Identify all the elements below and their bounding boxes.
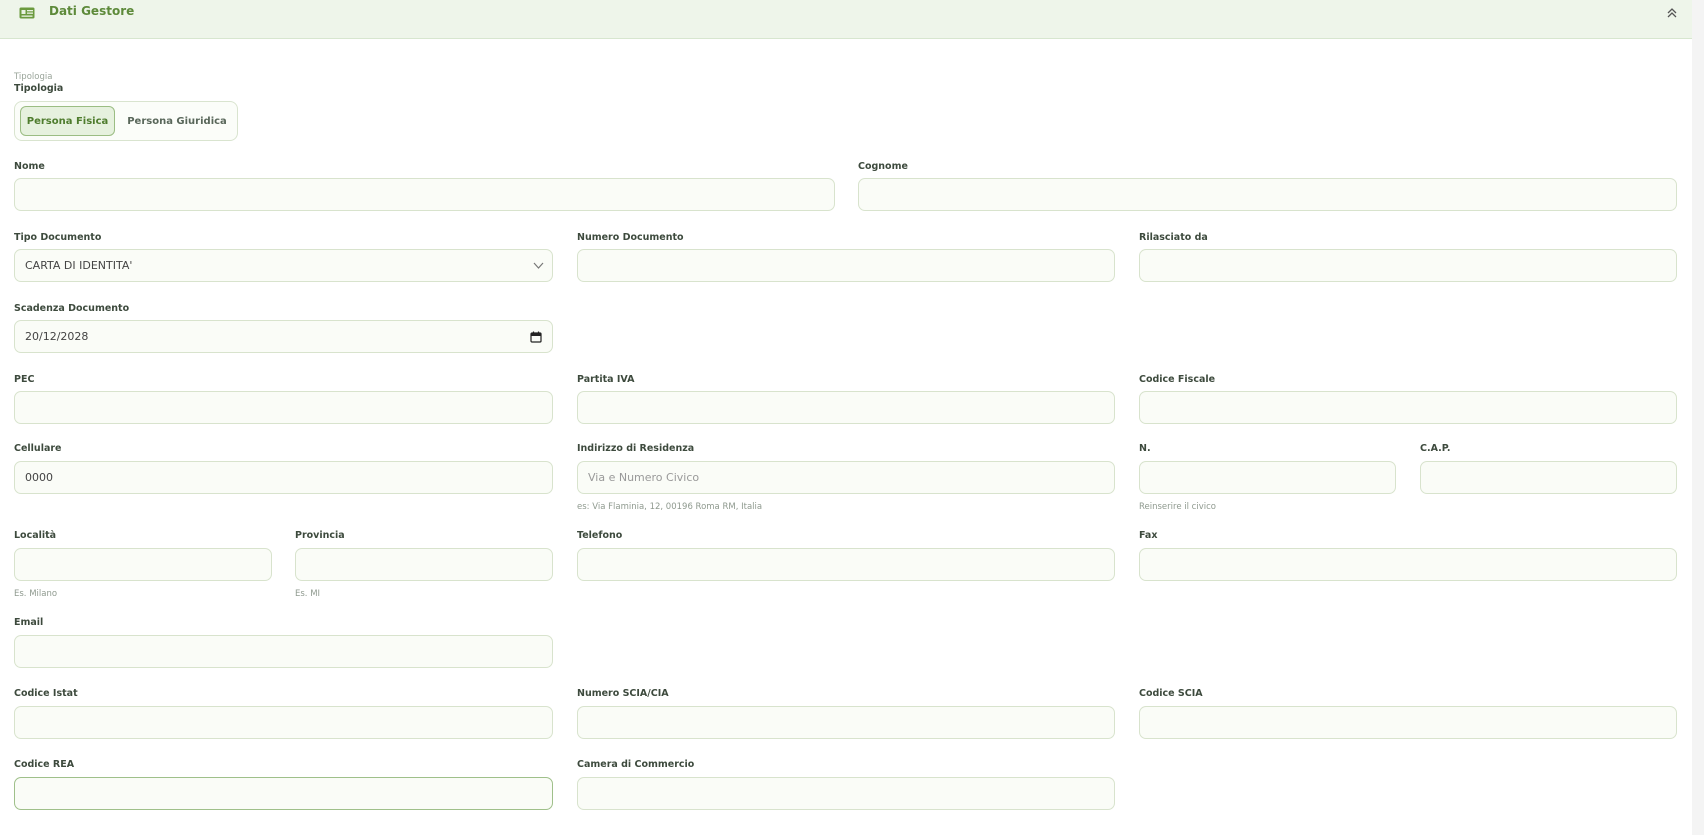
provincia-label: Provincia (295, 530, 345, 541)
section-header[interactable]: Dati Gestore (0, 0, 1692, 39)
codice-fiscale-input[interactable] (1139, 391, 1677, 424)
localita-input[interactable] (14, 548, 272, 581)
codice-fiscale-label: Codice Fiscale (1139, 374, 1216, 385)
indirizzo-label: Indirizzo di Residenza (577, 443, 695, 454)
cellulare-input[interactable]: 0000 (14, 461, 553, 494)
tipologia-small-label: Tipologia (14, 72, 53, 82)
numero-scia-label: Numero SCIA/CIA (577, 688, 669, 699)
localita-label: Località (14, 530, 57, 541)
partita-iva-input[interactable] (577, 391, 1115, 424)
tipo-documento-value: CARTA DI IDENTITA' (25, 259, 133, 272)
calendar-icon[interactable] (530, 331, 542, 343)
camera-commercio-label: Camera di Commercio (577, 759, 695, 770)
pec-input[interactable] (14, 391, 553, 424)
codice-rea-label: Codice REA (14, 759, 75, 770)
nome-input[interactable] (14, 178, 835, 211)
codice-scia-label: Codice SCIA (1139, 688, 1203, 699)
numero-documento-input[interactable] (577, 249, 1115, 282)
telefono-label: Telefono (577, 530, 623, 541)
chevrons-up-icon[interactable] (1666, 6, 1678, 20)
cap-label: C.A.P. (1420, 443, 1451, 454)
camera-commercio-input[interactable] (577, 777, 1115, 810)
cap-input[interactable] (1420, 461, 1677, 494)
cellulare-label: Cellulare (14, 443, 62, 454)
id-card-icon (19, 7, 35, 19)
indirizzo-hint: es: Via Flaminia, 12, 00196 Roma RM, Ita… (577, 502, 763, 512)
telefono-input[interactable] (577, 548, 1115, 581)
partita-iva-label: Partita IVA (577, 374, 635, 385)
indirizzo-input[interactable]: Via e Numero Civico (577, 461, 1115, 494)
provincia-input[interactable] (295, 548, 553, 581)
pec-label: PEC (14, 374, 35, 385)
nome-label: Nome (14, 161, 45, 172)
scadenza-documento-label: Scadenza Documento (14, 303, 130, 314)
fax-label: Fax (1139, 530, 1158, 541)
email-label: Email (14, 617, 44, 628)
tipologia-label: Tipologia (14, 83, 64, 94)
civico-label: N. (1139, 443, 1151, 454)
tipo-documento-select[interactable]: CARTA DI IDENTITA' (14, 249, 553, 282)
persona-fisica-toggle[interactable]: Persona Fisica (20, 106, 115, 136)
localita-hint: Es. Milano (14, 589, 58, 599)
indirizzo-placeholder: Via e Numero Civico (588, 471, 700, 484)
page-scrollbar[interactable] (1692, 0, 1704, 835)
civico-hint: Reinserire il civico (1139, 502, 1216, 512)
tipologia-toggle-group: Persona Fisica Persona Giuridica (14, 101, 238, 141)
fax-input[interactable] (1139, 548, 1677, 581)
provincia-hint: Es. MI (295, 589, 321, 599)
numero-documento-label: Numero Documento (577, 232, 684, 243)
civico-input[interactable] (1139, 461, 1396, 494)
numero-scia-input[interactable] (577, 706, 1115, 739)
tipo-documento-label: Tipo Documento (14, 232, 102, 243)
rilasciato-da-label: Rilasciato da (1139, 232, 1208, 243)
scadenza-documento-input[interactable]: 20/12/2028 (14, 320, 553, 353)
cognome-input[interactable] (858, 178, 1677, 211)
scadenza-documento-value: 20/12/2028 (25, 330, 89, 343)
chevron-down-icon (533, 262, 544, 269)
codice-istat-label: Codice Istat (14, 688, 78, 699)
section-title: Dati Gestore (49, 4, 135, 18)
persona-giuridica-toggle[interactable]: Persona Giuridica (122, 106, 232, 136)
codice-istat-input[interactable] (14, 706, 553, 739)
rilasciato-da-input[interactable] (1139, 249, 1677, 282)
codice-scia-input[interactable] (1139, 706, 1677, 739)
email-input[interactable] (14, 635, 553, 668)
cognome-label: Cognome (858, 161, 908, 172)
codice-rea-input[interactable] (14, 777, 553, 810)
